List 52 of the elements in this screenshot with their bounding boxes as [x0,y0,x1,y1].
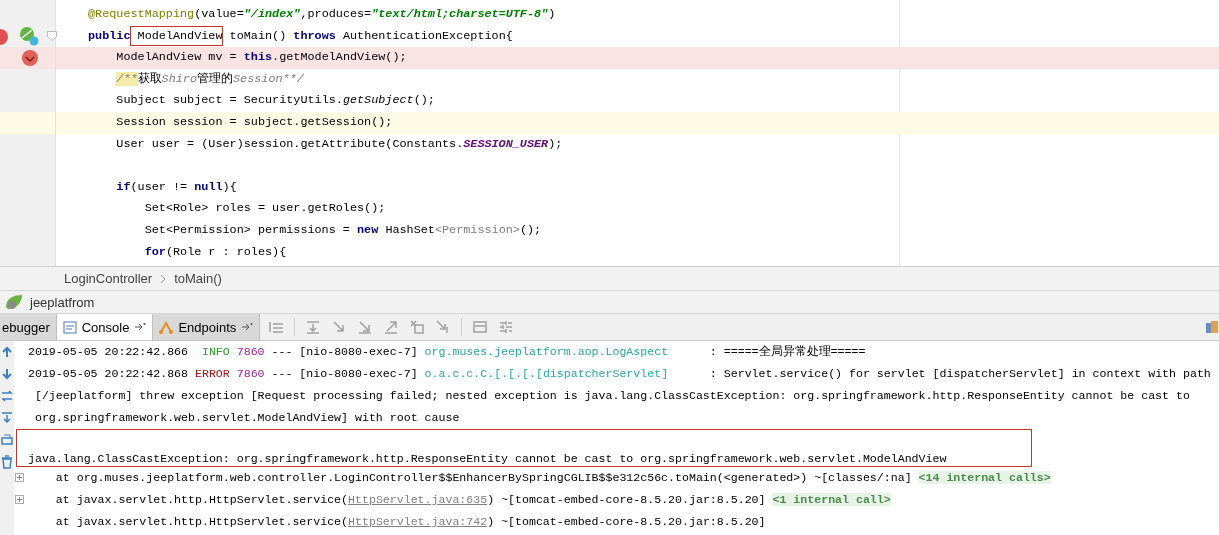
scroll-down-icon[interactable] [0,411,14,425]
arrow-icon[interactable] [357,319,374,335]
endpoints-icon [159,319,174,335]
tool-tab[interactable]: Console [56,314,154,340]
method-icon [0,27,8,46]
arrow-icon[interactable] [383,319,400,335]
code-line: Set<Permission> permissions = new HashSet<Permission>(); [143,221,543,239]
tool-tab[interactable]: Endpoints [153,314,261,340]
code-line: public ModelAndView toMain() throws AuthenticationException{ [56,25,1219,48]
log-line: 2019-05-05 20:22:42.868 ERROR 7860 --- [nio-8080-exec-7] o.a.c.c.C.[.[.[.[dispatcherServlet] : Servlet.service() for servlet [dispatcherServlet] in context with path [28,366,1211,382]
scroll-to-end-icon[interactable] [305,319,322,335]
log-line: org.springframework.web.servlet.ModelAndView] with root cause [33,410,460,426]
breadcrumb-item[interactable]: LoginController [64,271,153,286]
source-link[interactable]: HttpServlet.java:635 [348,493,488,506]
log-line: at org.muses.jeeplatform.web.controller.LoginController$$EnhancerBySpringCGLIB$$e312c56c.toMain(<generated>) ~[classes/:na] <14 internal calls> [28,467,1051,489]
expand-icon[interactable] [15,473,24,482]
pin-icon [241,322,254,332]
code-line: Subject subject = SecurityUtils.getSubject(); [115,92,436,110]
table-icon[interactable] [472,319,489,335]
breadcrumb-item[interactable]: toMain() [174,271,222,286]
code-line: Set<Role> roles = user.getRoles(); [143,200,387,218]
pin-icon [134,322,147,332]
log-line: java.lang.ClassCastException: org.springframework.http.ResponseEntity cannot be cast to org.springframework.web.servlet.ModelAndView [16,429,1032,467]
settings-icon[interactable] [498,319,515,335]
log-line: at javax.servlet.http.HttpServlet.service(HttpServlet.java:635) ~[tomcat-embed-core-8.5.20.jar:8.5.20] <1 internal call> [28,489,891,511]
clear-icon[interactable] [409,319,426,335]
trash-icon[interactable] [0,455,14,469]
code-line: for(Role r : roles){ [143,243,288,261]
run-config-name[interactable]: jeeplatfrom [30,294,95,310]
source-link[interactable]: HttpServlet.java:742 [348,515,488,528]
print-icon[interactable] [0,433,14,447]
log-line: [/jeeplatform] threw exception [Request processing failed; nested exception is java.lang.ClassCastException: org.springframework.http.ResponseEntity cannot be cast to [33,388,1190,404]
layout-icon[interactable] [1205,320,1219,334]
folded-calls[interactable]: <1 internal call> [772,493,891,506]
folded-calls[interactable]: <14 internal calls> [918,471,1051,484]
code-line: /**获取Shiro管理的Session**/ [115,70,305,88]
up-arrow-icon[interactable] [0,345,14,359]
breakpoint-icon [21,49,39,68]
log-line: 2019-05-05 20:22:42.866 INFO 7860 --- [nio-8080-exec-7] org.muses.jeeplatform.aop.LogAspect : =====全局异常处理===== [28,344,866,360]
fold-marker-icon [47,30,57,41]
wrap-icon[interactable] [0,389,14,403]
console-icon [62,319,77,335]
code-line: if(user != null){ [115,178,238,196]
tool-tab[interactable]: ebugger [0,314,57,340]
log-line: at javax.servlet.http.HttpServlet.service(HttpServlet.java:742) ~[tomcat-embed-core-8.5.20.jar:8.5.20] [54,514,766,530]
soft-wrap-icon[interactable] [268,319,285,335]
down-arrow-icon[interactable] [0,367,14,381]
expand-icon[interactable] [15,495,24,504]
chevron-icon [160,273,167,284]
bean-icon [19,25,39,46]
code-line: @RequestMapping(value="/index",produces="text/html;charset=UTF-8") [87,6,557,23]
code-line: User user = (User)session.getAttribute(Constants.SESSION_USER); [115,135,564,153]
